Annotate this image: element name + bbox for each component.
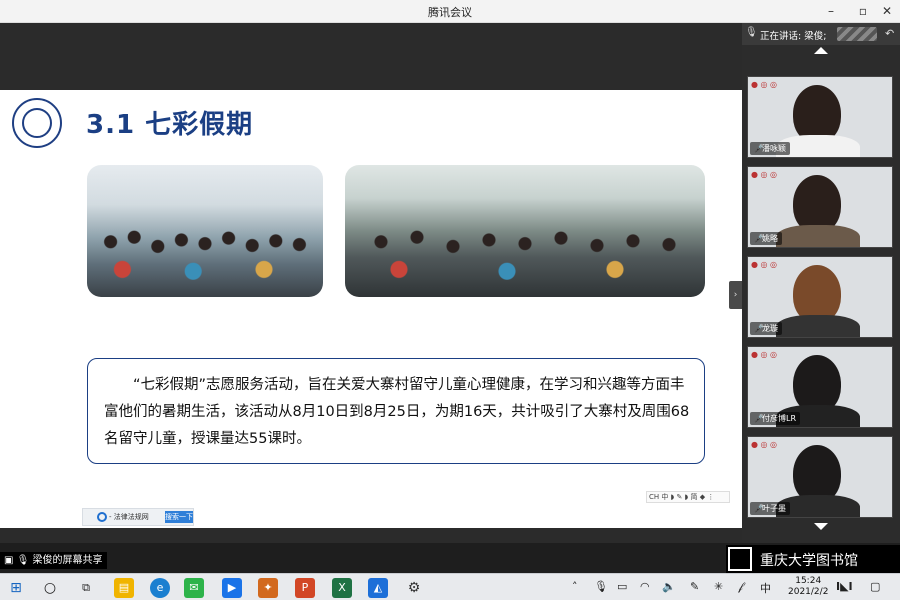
excel-icon[interactable]: X: [332, 578, 352, 598]
badge-icons: ● ◎ ◎: [751, 170, 778, 179]
participant-panel: 🎙 正在讲话: 梁俊; ↶ ● ◎ ◎ 🎤潘咏颖 ● ◎ ◎ 🎤姚略 ● ◎ ◎…: [742, 23, 900, 543]
speaking-avatars: [837, 27, 877, 41]
tray-app-icon[interactable]: ✳: [714, 580, 723, 593]
badge-icons: ● ◎ ◎: [751, 260, 778, 269]
microphone-tray-icon[interactable]: 🎙: [594, 580, 608, 593]
participant-name: 🎤姚略: [750, 232, 782, 245]
tray-meter-icon[interactable]: I◣I: [836, 580, 853, 593]
badge-icons: ● ◎ ◎: [751, 80, 778, 89]
participant-tile[interactable]: ● ◎ ◎ 🎤姚略: [747, 166, 893, 248]
close-button[interactable]: ✕: [876, 2, 898, 20]
microphone-icon: 🎙: [745, 27, 758, 38]
badge-icons: ● ◎ ◎: [751, 350, 778, 359]
monitor-icon: ▣: [4, 555, 14, 566]
participant-name: 🎤龙璇: [750, 322, 782, 335]
description-text: “七彩假期”志愿服务活动，旨在关爱大寨村留守儿童心理健康，在学习和兴趣等方面丰富…: [104, 377, 690, 447]
app-icon[interactable]: ✦: [258, 578, 278, 598]
participant-tile[interactable]: ● ◎ ◎ 🎤龙璇: [747, 256, 893, 338]
speaking-indicator: 🎙 正在讲话: 梁俊; ↶: [742, 23, 900, 45]
screen-share-indicator: ▣ 🎙 梁俊的屏幕共享: [0, 552, 107, 569]
tencent-meeting-icon[interactable]: ▶: [222, 578, 242, 598]
show-hidden-icons-icon[interactable]: ˄: [572, 580, 578, 593]
pen-icon[interactable]: 𝒻: [738, 580, 743, 594]
description-box: “七彩假期”志愿服务活动，旨在关爱大寨村留守儿童心理健康，在学习和兴趣等方面丰富…: [87, 358, 705, 464]
shared-screen-area: 3.1 七彩假期 “七彩假期”志愿服务活动，旨在关爱大寨村留守儿童心理健康，在学…: [0, 23, 742, 543]
clock-time: 15:24: [795, 576, 822, 586]
participant-name: 🎤付彦博LR: [750, 412, 801, 425]
library-watermark: 重庆大学图书馆: [726, 545, 900, 573]
network-icon[interactable]: ◠: [640, 580, 650, 593]
browser-icon: [97, 512, 107, 522]
speaking-label: 正在讲话: 梁俊;: [760, 31, 827, 42]
windows-taskbar: ⊞ ○ ⧉ ▤ e ✉ ▶ ✦ P X ◭ ⚙ ˄ 🎙 ▭ ◠ 🔈 ✎ ✳ 𝒻 …: [0, 573, 900, 600]
presentation-slide: 3.1 七彩假期 “七彩假期”志愿服务活动，旨在关爱大寨村留守儿童心理健康，在学…: [0, 90, 742, 528]
university-logo: [12, 98, 62, 148]
participant-tile[interactable]: ● ◎ ◎ 🎤付彦博LR: [747, 346, 893, 428]
library-name: 重庆大学图书馆: [760, 553, 858, 569]
settings-gear-icon[interactable]: ⚙: [404, 578, 424, 598]
search-go-button[interactable]: 搜索一下: [165, 511, 193, 523]
slide-title: 3.1 七彩假期: [86, 110, 254, 140]
browser-search-bar: - 法律法规网 搜索一下: [82, 508, 194, 526]
participant-tile[interactable]: ● ◎ ◎ 🎤潘咏颖: [747, 76, 893, 158]
screen-app-icon[interactable]: ◭: [368, 578, 388, 598]
maximize-button[interactable]: ▫: [852, 2, 874, 20]
tray-app-icon[interactable]: ✎: [690, 580, 699, 593]
minimize-button[interactable]: –: [820, 2, 842, 20]
start-button-icon[interactable]: ⊞: [6, 578, 26, 598]
classroom-photo-1: [87, 165, 323, 297]
wechat-icon[interactable]: ✉: [184, 578, 204, 598]
browser-site-text: - 法律法规网: [109, 513, 149, 521]
participant-tile[interactable]: ● ◎ ◎ 🎤叶子墨: [747, 436, 893, 518]
task-view-icon[interactable]: ⧉: [76, 578, 96, 598]
edge-browser-icon[interactable]: e: [150, 578, 170, 598]
volume-icon[interactable]: 🔈: [662, 580, 676, 593]
scroll-down-icon[interactable]: [814, 523, 828, 530]
badge-icons: ● ◎ ◎: [751, 440, 778, 449]
window-titlebar: 腾讯会议 – ▫ ✕: [0, 0, 900, 23]
search-icon[interactable]: ○: [40, 578, 60, 598]
classroom-photo-2: [345, 165, 705, 297]
back-arrow-icon[interactable]: ↶: [885, 27, 894, 40]
input-language[interactable]: 中: [760, 580, 771, 596]
clock-date: 2021/2/2: [788, 587, 829, 597]
participant-name: 🎤叶子墨: [750, 502, 790, 515]
share-text: 梁俊的屏幕共享: [32, 555, 103, 566]
file-explorer-icon[interactable]: ▤: [114, 578, 134, 598]
microphone-icon: 🎙: [16, 555, 30, 566]
window-title: 腾讯会议: [428, 6, 472, 19]
library-logo-icon: [728, 547, 752, 571]
ime-toolbar[interactable]: CH 中 ◗ ✎ ◗ 简 ◆ ⋮: [646, 491, 730, 503]
notifications-icon[interactable]: ▢: [870, 580, 880, 593]
battery-icon[interactable]: ▭: [617, 580, 627, 593]
powerpoint-icon[interactable]: P: [295, 578, 315, 598]
scroll-up-icon[interactable]: [814, 47, 828, 54]
participant-name: 🎤潘咏颖: [750, 142, 790, 155]
collapse-panel-arrow-icon[interactable]: ›: [729, 281, 742, 309]
system-clock[interactable]: 15:24 2021/2/2: [788, 576, 828, 598]
